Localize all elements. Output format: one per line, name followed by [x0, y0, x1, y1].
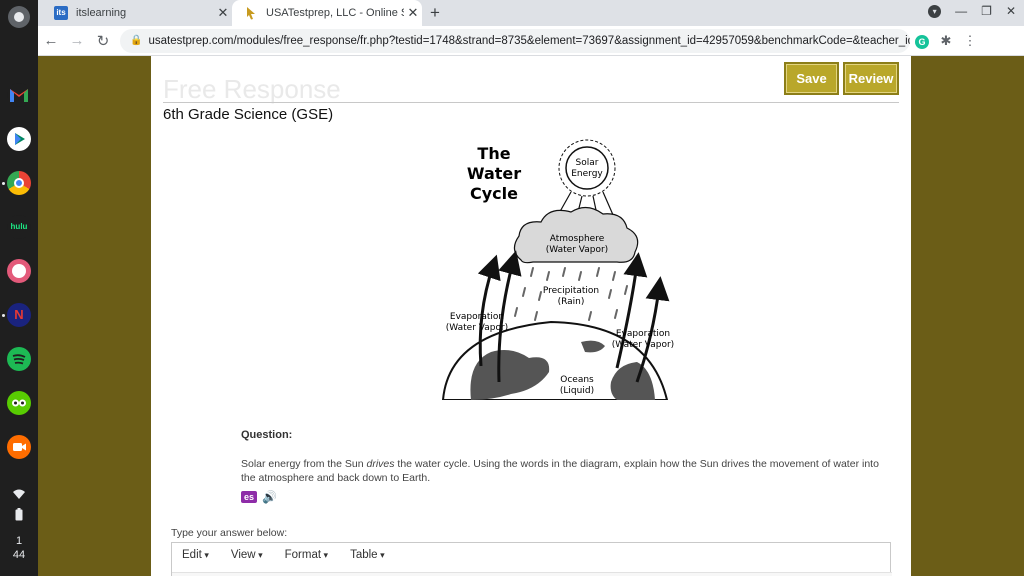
speaker-icon[interactable]: 🔊	[262, 490, 277, 504]
address-bar[interactable]: 🔒 usatestprep.com/modules/free_response/…	[120, 28, 910, 53]
save-button[interactable]: Save	[784, 62, 839, 95]
question-label: Question:	[241, 429, 293, 441]
page-title: Free Response	[163, 74, 341, 104]
hulu-icon[interactable]: hulu	[7, 215, 31, 239]
sun-icon	[558, 139, 616, 197]
tab-title: USATestprep, LLC - Online State	[266, 7, 404, 19]
video-app-icon[interactable]	[7, 435, 31, 459]
app-icon[interactable]	[7, 259, 31, 283]
tab-itslearning[interactable]: its itslearning ✕	[42, 0, 232, 26]
ocean-label-line2: (Liquid)	[560, 386, 594, 396]
diagram-title-line1: The	[477, 144, 510, 163]
extensions-puzzle-icon[interactable]: ✱	[934, 33, 958, 49]
chrome-icon[interactable]	[7, 171, 31, 195]
clock-minute[interactable]: 44	[0, 549, 38, 561]
sun-label-line2: Energy	[571, 169, 603, 179]
restore-icon[interactable]: ❐	[981, 4, 992, 18]
running-indicator	[2, 314, 5, 317]
language-tools: es 🔊	[241, 490, 277, 504]
minimize-icon[interactable]: —	[955, 4, 967, 18]
review-button[interactable]: Review	[843, 62, 899, 95]
itslearning-favicon: its	[54, 6, 68, 20]
precip-label-line2: (Rain)	[558, 297, 585, 307]
close-window-icon[interactable]: ✕	[1006, 4, 1016, 18]
question-text: Solar energy from the Sun drives the wat…	[241, 457, 881, 485]
menu-format[interactable]: Format	[285, 549, 328, 561]
usatestprep-favicon	[244, 6, 258, 20]
grammarly-extension-icon[interactable]: G	[910, 33, 934, 49]
spanish-translate-button[interactable]: es	[241, 491, 258, 503]
evap-right-label-line2: (Water Vapor)	[612, 340, 674, 350]
back-icon[interactable]: ←	[38, 32, 64, 49]
close-tab-icon[interactable]: ✕	[404, 5, 422, 21]
rich-text-editor[interactable]: Edit View Format Table	[171, 542, 892, 576]
spotify-icon[interactable]	[7, 347, 31, 371]
title-divider	[163, 102, 899, 103]
window-controls: ▾ — ❐ ✕	[928, 4, 1016, 18]
diagram-title-line3: Cycle	[470, 184, 518, 203]
reload-icon[interactable]: ↻	[90, 32, 116, 50]
os-shelf: hulu N 1 44	[0, 0, 38, 576]
app-icon-2[interactable]: N	[7, 303, 31, 327]
evap-right-label-line1: Evaporation	[616, 329, 670, 339]
editor-menubar: Edit View Format Table	[172, 543, 890, 567]
question-text-part: Solar energy from the Sun	[241, 458, 367, 470]
lock-icon[interactable]: 🔒	[130, 35, 142, 46]
precip-label-line1: Precipitation	[543, 286, 599, 296]
browser-menu-icon[interactable]: ⋮	[958, 33, 982, 49]
ocean-label-line1: Oceans	[560, 375, 594, 385]
cloud-label-line1: Atmosphere	[550, 234, 605, 244]
tab-title: itslearning	[76, 7, 127, 19]
water-cycle-diagram: Solar Energy The Water Cycle Atmosphere …	[441, 139, 674, 400]
forward-icon[interactable]: →	[64, 32, 90, 49]
clock-hour[interactable]: 1	[0, 535, 38, 547]
duolingo-icon[interactable]	[7, 391, 31, 415]
gmail-icon[interactable]	[7, 83, 31, 107]
evap-left-label-line2: (Water Vapor)	[446, 323, 508, 333]
tab-usatestprep[interactable]: USATestprep, LLC - Online State ✕	[232, 0, 422, 26]
browser-toolbar: ← → ↻ 🔒 usatestprep.com/modules/free_res…	[38, 26, 1024, 56]
google-play-icon[interactable]	[7, 127, 31, 151]
question-emphasis: drives	[366, 458, 395, 470]
close-tab-icon[interactable]: ✕	[214, 5, 232, 21]
menu-edit[interactable]: Edit	[182, 549, 209, 561]
diagram-title-line2: Water	[467, 164, 521, 183]
tab-strip: its itslearning ✕ USATestprep, LLC - Onl…	[0, 0, 1024, 26]
sun-label-line1: Solar	[576, 158, 599, 168]
url-text: usatestprep.com/modules/free_response/fr…	[148, 34, 910, 47]
menu-table[interactable]: Table	[350, 549, 385, 561]
battery-icon[interactable]	[0, 508, 38, 524]
course-title: 6th Grade Science (GSE)	[163, 106, 334, 123]
new-tab-icon[interactable]: +	[430, 3, 440, 23]
answer-prompt: Type your answer below:	[171, 527, 288, 539]
tab-search-icon[interactable]: ▾	[928, 4, 942, 18]
cloud-label-line2: (Water Vapor)	[546, 245, 608, 255]
evap-left-label-line1: Evaporation	[450, 312, 504, 322]
wifi-icon[interactable]	[0, 488, 38, 503]
running-indicator	[2, 182, 5, 185]
launcher-icon[interactable]	[8, 6, 30, 28]
editor-toolbar[interactable]	[172, 572, 892, 576]
main-content: Free Response Save Review 6th Grade Scie…	[151, 56, 911, 576]
menu-view[interactable]: View	[231, 549, 263, 561]
